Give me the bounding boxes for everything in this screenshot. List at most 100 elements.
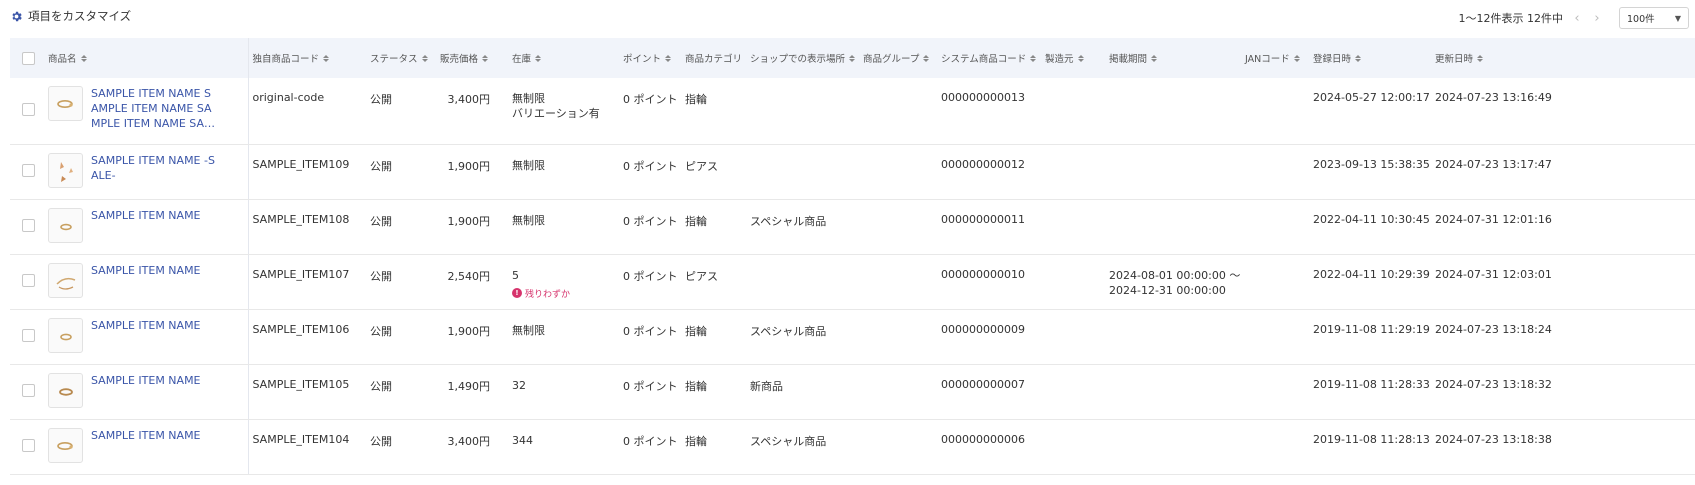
product-name-link[interactable]: SAMPLE ITEM NAME	[91, 428, 217, 443]
per-page-select[interactable]: 100件 ▼	[1619, 7, 1689, 29]
group-cell	[859, 144, 937, 200]
chevron-right-icon[interactable]: ›	[1591, 11, 1603, 26]
sort-icon	[535, 55, 541, 62]
jan-cell	[1241, 254, 1309, 310]
table-header-row: 商品名 独自商品コード ステータス 販売価格 在庫 ポイント 商品カテゴリ ショ…	[10, 38, 1695, 78]
sort-icon	[923, 55, 929, 62]
period-end: 2024-12-31 00:00:00	[1109, 283, 1226, 297]
period-cell	[1105, 309, 1241, 365]
stock-value: 5	[512, 268, 519, 282]
period-cell	[1105, 78, 1241, 145]
col-header-point[interactable]: ポイント	[619, 38, 681, 78]
row-checkbox[interactable]	[22, 102, 35, 116]
row-checkbox[interactable]	[22, 273, 35, 287]
maker-cell	[1041, 419, 1105, 475]
sort-icon	[1151, 55, 1157, 62]
col-header-group[interactable]: 商品グループ	[859, 38, 937, 78]
col-header-stock[interactable]: 在庫	[508, 38, 619, 78]
row-select-cell	[10, 144, 44, 200]
row-checkbox[interactable]	[22, 438, 35, 452]
product-thumbnail[interactable]	[48, 317, 83, 353]
table-row: SAMPLE ITEM NAME SAMPLE_ITEM106 公開 1,900円 無制…	[10, 309, 1695, 365]
col-header-price[interactable]: 販売価格	[436, 38, 508, 78]
product-name-link[interactable]: SAMPLE ITEM NAME -SALE-	[91, 153, 217, 183]
product-thumbnail[interactable]	[48, 207, 83, 243]
col-header-syscode[interactable]: システム商品コード	[937, 38, 1041, 78]
col-header-name[interactable]: 商品名	[44, 38, 249, 78]
product-thumbnail[interactable]	[48, 427, 83, 463]
customize-columns-button[interactable]: 項目をカスタマイズ	[10, 8, 131, 24]
row-select-cell	[10, 199, 44, 255]
row-checkbox[interactable]	[22, 383, 35, 397]
created-cell: 2023-09-13 15:38:35	[1309, 144, 1431, 200]
col-header-updated[interactable]: 更新日時	[1431, 38, 1695, 78]
product-name-link[interactable]: SAMPLE ITEM NAME	[91, 318, 217, 333]
product-name-link[interactable]: SAMPLE ITEM NAME	[91, 208, 217, 223]
select-all-cell	[10, 38, 44, 78]
col-header-code[interactable]: 独自商品コード	[248, 38, 366, 78]
stock-note: バリエーション有	[512, 107, 600, 120]
col-header-status[interactable]: ステータス	[366, 38, 436, 78]
status-cell: 公開	[366, 419, 436, 475]
product-name-cell: SAMPLE ITEM NAME	[44, 309, 249, 365]
place-cell: 新商品	[746, 364, 859, 420]
group-cell	[859, 199, 937, 255]
status-cell: 公開	[366, 309, 436, 365]
col-header-period[interactable]: 掲載期間	[1105, 38, 1241, 78]
chevron-left-icon[interactable]: ‹	[1571, 11, 1583, 26]
row-checkbox[interactable]	[22, 218, 35, 232]
stock-value: 32	[512, 378, 526, 392]
row-select-cell	[10, 309, 44, 365]
category-cell: ピアス	[681, 144, 746, 200]
category-cell: 指輪	[681, 199, 746, 255]
table-row: SAMPLE ITEM NAME -SALE- SAMPLE_ITEM109 公開 1…	[10, 144, 1695, 200]
point-cell: 0 ポイント	[619, 419, 681, 475]
product-thumbnail[interactable]	[48, 372, 83, 408]
system-code-cell: 000000000007	[937, 364, 1041, 420]
product-name-cell: SAMPLE ITEM NAME SAMPLE ITEM NAME SAMPLE…	[44, 78, 249, 145]
place-cell: スペシャル商品	[746, 419, 859, 475]
row-checkbox[interactable]	[22, 163, 35, 177]
group-cell	[859, 78, 937, 145]
updated-cell: 2024-07-23 13:18:24	[1431, 309, 1695, 365]
row-checkbox[interactable]	[22, 328, 35, 342]
product-thumbnail[interactable]	[48, 152, 83, 188]
col-header-jan[interactable]: JANコード	[1241, 38, 1309, 78]
sort-icon	[1294, 55, 1300, 62]
col-header-created[interactable]: 登録日時	[1309, 38, 1431, 78]
product-name-cell: SAMPLE ITEM NAME	[44, 419, 249, 475]
product-name-link[interactable]: SAMPLE ITEM NAME SAMPLE ITEM NAME SAMPLE…	[91, 86, 217, 131]
sort-icon	[422, 55, 428, 62]
table-row: SAMPLE ITEM NAME SAMPLE_ITEM107 公開 2,540円 5!…	[10, 254, 1695, 310]
stock-cell: 無制限	[508, 144, 619, 200]
sort-icon	[482, 55, 488, 62]
col-header-place[interactable]: ショップでの表示場所	[746, 38, 859, 78]
table-row: SAMPLE ITEM NAME SAMPLE_ITEM108 公開 1,900円 無制…	[10, 199, 1695, 255]
product-table: 商品名 独自商品コード ステータス 販売価格 在庫 ポイント 商品カテゴリ ショ…	[10, 38, 1695, 475]
product-thumbnail[interactable]	[48, 86, 83, 121]
system-code-cell: 000000000009	[937, 309, 1041, 365]
system-code-cell: 000000000006	[937, 419, 1041, 475]
product-name-link[interactable]: SAMPLE ITEM NAME	[91, 263, 217, 278]
gear-icon	[10, 10, 23, 23]
point-cell: 0 ポイント	[619, 144, 681, 200]
product-name-link[interactable]: SAMPLE ITEM NAME	[91, 373, 217, 388]
select-all-checkbox[interactable]	[22, 51, 35, 65]
col-header-maker[interactable]: 製造元	[1041, 38, 1105, 78]
group-cell	[859, 419, 937, 475]
row-select-cell	[10, 254, 44, 310]
point-cell: 0 ポイント	[619, 199, 681, 255]
jan-cell	[1241, 419, 1309, 475]
updated-cell: 2024-07-23 13:17:47	[1431, 144, 1695, 200]
customize-columns-label: 項目をカスタマイズ	[28, 9, 132, 23]
stock-value: 無制限	[512, 323, 545, 337]
product-code-cell: SAMPLE_ITEM109	[248, 144, 366, 200]
product-code-cell: original-code	[248, 78, 366, 145]
sort-icon	[81, 55, 87, 62]
product-thumbnail[interactable]	[48, 262, 83, 298]
stock-cell: 32	[508, 364, 619, 420]
alert-icon: !	[512, 288, 522, 298]
group-cell	[859, 309, 937, 365]
price-cell: 1,900円	[436, 199, 508, 255]
point-cell: 0 ポイント	[619, 309, 681, 365]
